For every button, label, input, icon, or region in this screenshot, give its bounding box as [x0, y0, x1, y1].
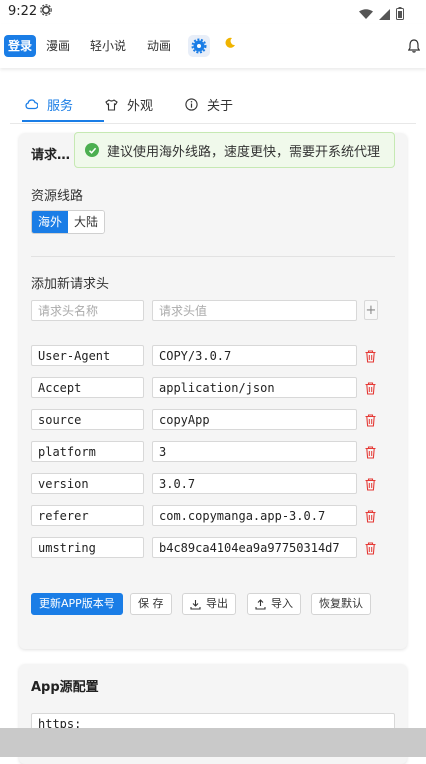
update-version-label: 更新APP版本号: [39, 597, 115, 610]
import-button[interactable]: 导入: [247, 593, 301, 615]
tab-service-label: 服务: [47, 99, 74, 114]
header-name-input[interactable]: 请求头名称: [31, 300, 144, 321]
header-value-field[interactable]: b4c89ca4104ea9a97750314d7: [152, 537, 357, 558]
toast-notification: 建议使用海外线路，速度更快，需要开系统代理: [74, 132, 395, 168]
delete-icon[interactable]: [365, 476, 376, 495]
header-key-field[interactable]: source: [31, 409, 144, 430]
delete-icon[interactable]: [365, 348, 376, 367]
delete-icon[interactable]: [365, 508, 376, 527]
add-header-label: 添加新请求头: [31, 277, 110, 292]
header-key-field[interactable]: User-Agent: [31, 345, 144, 366]
settings-tabs: 服务 外观 关于: [0, 68, 426, 124]
tab-appearance[interactable]: 外观: [105, 95, 153, 114]
tab-service[interactable]: 服务: [25, 95, 73, 114]
check-circle-icon: [85, 143, 99, 157]
app-source-title: App源配置: [31, 680, 99, 695]
source-line-selector: 海外 大陆: [31, 210, 106, 234]
bell-icon[interactable]: [407, 38, 421, 57]
moon-icon[interactable]: [224, 37, 236, 52]
save-label: 保 存: [138, 597, 164, 610]
status-time: 9:22: [8, 4, 38, 19]
header-value-field[interactable]: COPY/3.0.7: [152, 345, 357, 366]
delete-icon[interactable]: [365, 444, 376, 463]
segment-mainland[interactable]: 大陆: [68, 211, 105, 233]
status-bar: 9:22: [0, 0, 426, 24]
add-header-button[interactable]: +: [364, 300, 378, 320]
delete-icon[interactable]: [365, 540, 376, 559]
header-value-input[interactable]: 请求头值: [152, 300, 357, 321]
shirt-icon: [105, 98, 118, 111]
nav-item-comics[interactable]: 漫画: [46, 37, 70, 54]
source-line-label: 资源线路: [31, 189, 84, 204]
upload-icon: [255, 598, 266, 610]
login-button[interactable]: 登录: [4, 35, 36, 57]
update-version-button[interactable]: 更新APP版本号: [31, 593, 123, 615]
export-button[interactable]: 导出: [182, 593, 236, 615]
header-value-field[interactable]: 3.0.7: [152, 473, 357, 494]
signal-icon: [379, 5, 390, 24]
reset-defaults-label: 恢复默认: [319, 597, 363, 610]
save-button[interactable]: 保 存: [130, 593, 172, 615]
header-key-field[interactable]: referer: [31, 505, 144, 526]
wifi-icon: [359, 5, 373, 24]
top-nav: 登录 漫画 轻小说 动画: [0, 24, 426, 68]
section-divider: [31, 256, 395, 257]
tab-about-label: 关于: [207, 99, 234, 114]
nav-item-novels[interactable]: 轻小说: [90, 37, 126, 54]
export-label: 导出: [206, 597, 228, 610]
header-value-field[interactable]: copyApp: [152, 409, 357, 430]
reset-defaults-button[interactable]: 恢复默认: [311, 593, 371, 615]
settings-button[interactable]: [188, 35, 210, 57]
active-tab-indicator: [22, 120, 104, 122]
tab-about[interactable]: 关于: [185, 95, 233, 114]
import-label: 导入: [271, 597, 293, 610]
settings-status-icon: [40, 4, 52, 19]
download-icon: [190, 599, 201, 610]
header-key-field[interactable]: Accept: [31, 377, 144, 398]
cloud-icon: [25, 99, 38, 110]
toast-message: 建议使用海外线路，速度更快，需要开系统代理: [107, 144, 381, 160]
card-title: 请求…: [31, 148, 71, 163]
header-key-field[interactable]: version: [31, 473, 144, 494]
tab-appearance-label: 外观: [127, 99, 154, 114]
info-icon: [185, 98, 198, 111]
delete-icon[interactable]: [365, 412, 376, 431]
delete-icon[interactable]: [365, 380, 376, 399]
header-key-field[interactable]: platform: [31, 441, 144, 462]
header-value-field[interactable]: application/json: [152, 377, 357, 398]
header-value-field[interactable]: com.copymanga.app-3.0.7: [152, 505, 357, 526]
tabs-divider: [10, 123, 416, 124]
battery-icon: [396, 5, 404, 24]
gear-icon: [191, 38, 207, 54]
nav-item-anime[interactable]: 动画: [147, 37, 171, 54]
bottom-overlay: [0, 728, 426, 757]
header-value-field[interactable]: 3: [152, 441, 357, 462]
segment-overseas[interactable]: 海外: [32, 211, 69, 233]
header-key-field[interactable]: umstring: [31, 537, 144, 558]
